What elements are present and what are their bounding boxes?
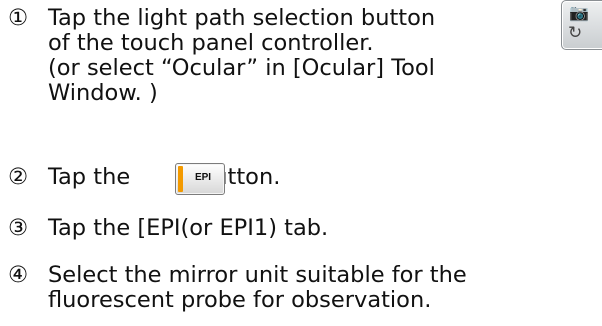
step-number: ①: [8, 5, 29, 31]
step-number: ②: [8, 164, 29, 190]
step-text: Select the mirror unit suitable for the …: [48, 263, 467, 313]
step-number: ④: [8, 262, 29, 288]
camera-icon: 📷: [569, 3, 589, 22]
rotate-icon: ↻: [568, 23, 583, 43]
step-line: (or select “Ocular” in [Ocular] Tool: [48, 55, 435, 81]
epi-button: EPI: [175, 163, 225, 195]
step-line: Select the mirror unit suitable for the: [48, 262, 467, 288]
step-line: Tap the light path selection button: [48, 5, 436, 31]
epi-button-label: EPI: [194, 172, 212, 183]
step-line: of the touch panel controller.: [48, 30, 374, 56]
step-text: Tap the [EPI(or EPI1) tab.: [48, 216, 328, 241]
step-text: Tap the: [48, 165, 130, 190]
step-text: Tap the light path selection button of t…: [48, 6, 435, 106]
step-line: Window. ): [48, 80, 158, 106]
step-line: fluorescent probe for observation.: [48, 287, 432, 313]
step-number: ③: [8, 215, 29, 241]
step-line: Tap the [EPI(or EPI1) tab.: [48, 215, 329, 241]
step-text-before: Tap the: [48, 164, 131, 190]
accent-bar: [178, 166, 183, 192]
light-path-selection-button: 📷 ↻: [561, 0, 602, 50]
